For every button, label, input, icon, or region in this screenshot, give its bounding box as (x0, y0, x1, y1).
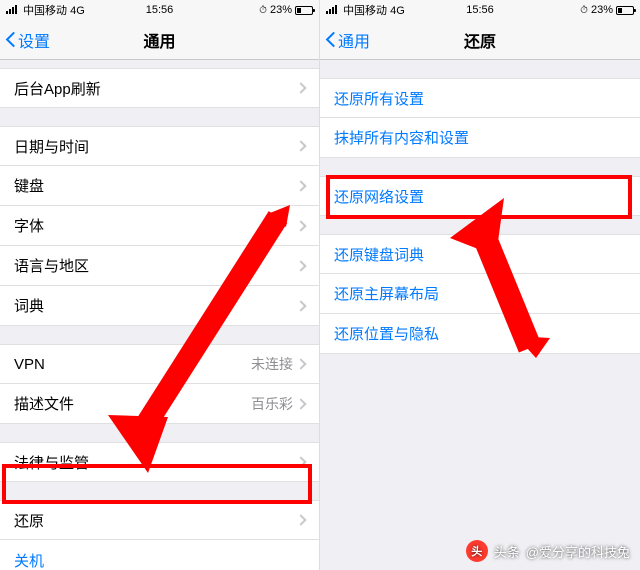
row-fonts[interactable]: 字体 (0, 206, 319, 246)
chevron-right-icon (295, 300, 306, 311)
status-right: ⏱ 23% (259, 4, 313, 16)
row-erase-all[interactable]: 抹掉所有内容和设置 (320, 118, 640, 158)
battery-icon (295, 6, 313, 15)
page-title: 通用 (143, 28, 175, 52)
reset-list: 还原所有设置 抹掉所有内容和设置 还原网络设置 还原键盘词典 还原主屏幕布局 (320, 60, 640, 354)
row-reset-keyboard-dict[interactable]: 还原键盘词典 (320, 234, 640, 274)
row-reset[interactable]: 还原 (0, 500, 319, 540)
watermark-prefix: 头条 (494, 542, 520, 561)
chevron-right-icon (295, 220, 306, 231)
chevron-right-icon (295, 358, 306, 369)
chevron-right-icon (295, 82, 306, 93)
watermark: 头 头条 @爱分享的科技兔 (466, 540, 630, 562)
row-background-app-refresh[interactable]: 后台App刷新 (0, 68, 319, 108)
profiles-value: 百乐彩 (251, 394, 293, 414)
back-label: 通用 (338, 28, 370, 52)
row-profiles[interactable]: 描述文件 百乐彩 (0, 384, 319, 424)
status-bar: 中国移动 4G 15:56 ⏱ 23% (320, 0, 640, 20)
nav-bar: 通用 还原 (320, 20, 640, 60)
nav-bar: 设置 通用 (0, 20, 319, 60)
row-dictionary[interactable]: 词典 (0, 286, 319, 326)
settings-list: 后台App刷新 日期与时间 键盘 字体 语言与地区 (0, 60, 319, 570)
chevron-right-icon (295, 456, 306, 467)
row-legal[interactable]: 法律与监管 (0, 442, 319, 482)
chevron-left-icon (324, 30, 336, 50)
chevron-right-icon (295, 398, 306, 409)
back-button[interactable]: 设置 (0, 28, 50, 52)
status-carrier: 中国移动 4G (326, 2, 405, 18)
row-reset-network[interactable]: 还原网络设置 (320, 176, 640, 216)
status-battery: 23% (270, 4, 292, 16)
signal-icon (326, 5, 337, 14)
row-keyboard[interactable]: 键盘 (0, 166, 319, 206)
status-time: 15:56 (146, 4, 174, 16)
back-button[interactable]: 通用 (320, 28, 370, 52)
chevron-right-icon (295, 260, 306, 271)
vpn-value: 未连接 (251, 354, 293, 374)
row-reset-all-settings[interactable]: 还原所有设置 (320, 78, 640, 118)
status-bar: 中国移动 4G 15:56 ⏱ 23% (0, 0, 319, 20)
signal-icon (6, 5, 17, 14)
battery-icon (616, 6, 634, 15)
row-date-time[interactable]: 日期与时间 (0, 126, 319, 166)
watermark-handle: @爱分享的科技兔 (526, 542, 630, 561)
row-language-region[interactable]: 语言与地区 (0, 246, 319, 286)
back-label: 设置 (18, 28, 50, 52)
alarm-icon: ⏱ (580, 5, 588, 16)
status-carrier: 中国移动 4G (6, 2, 85, 18)
row-shutdown[interactable]: 关机 (0, 540, 319, 570)
row-vpn[interactable]: VPN 未连接 (0, 344, 319, 384)
status-time: 15:56 (466, 4, 494, 16)
status-right: ⏱ 23% (580, 4, 634, 16)
chevron-right-icon (295, 140, 306, 151)
chevron-left-icon (4, 30, 16, 50)
status-battery: 23% (591, 4, 613, 16)
left-screenshot: 中国移动 4G 15:56 ⏱ 23% 设置 通用 后台App刷新 (0, 0, 320, 570)
alarm-icon: ⏱ (259, 5, 267, 16)
watermark-logo-icon: 头 (466, 540, 488, 562)
chevron-right-icon (295, 514, 306, 525)
chevron-right-icon (295, 180, 306, 191)
row-reset-home-layout[interactable]: 还原主屏幕布局 (320, 274, 640, 314)
page-title: 还原 (464, 28, 496, 52)
right-screenshot: 中国移动 4G 15:56 ⏱ 23% 通用 还原 还原所有设置 抹 (320, 0, 640, 570)
row-reset-location-privacy[interactable]: 还原位置与隐私 (320, 314, 640, 354)
